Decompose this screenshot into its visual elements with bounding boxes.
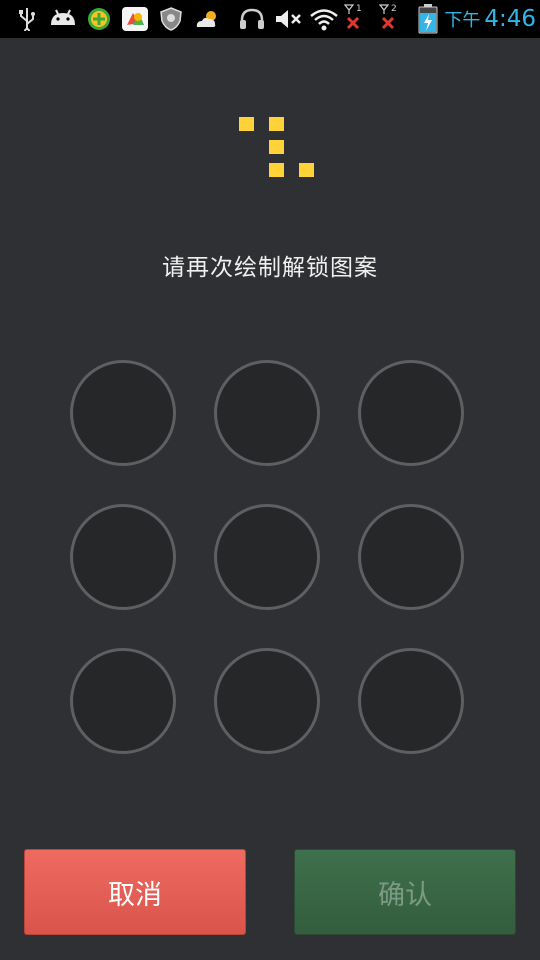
confirm-button[interactable]: 确认 bbox=[294, 849, 516, 935]
wifi-icon bbox=[310, 9, 338, 31]
pattern-preview-dot bbox=[239, 117, 254, 131]
pattern-node-5[interactable] bbox=[214, 504, 320, 610]
headphones-icon bbox=[240, 8, 264, 29]
pattern-node-2[interactable] bbox=[214, 360, 320, 466]
pattern-node-4[interactable] bbox=[70, 504, 176, 610]
cancel-button-label: 取消 bbox=[108, 879, 162, 911]
sim1-label: 1 bbox=[356, 4, 362, 14]
status-bar: 1 2 下午 4:46 bbox=[0, 0, 540, 38]
pattern-preview-dot bbox=[269, 117, 284, 131]
sim1-no-signal-icon: 1 bbox=[344, 4, 366, 34]
pattern-node-6[interactable] bbox=[358, 504, 464, 610]
pattern-node-3[interactable] bbox=[358, 360, 464, 466]
pattern-node-9[interactable] bbox=[358, 648, 464, 754]
weather-cloud-sun-icon bbox=[196, 11, 216, 27]
status-time: 4:46 bbox=[484, 6, 536, 32]
app-color-icon bbox=[122, 7, 148, 31]
cancel-button[interactable]: 取消 bbox=[24, 849, 246, 935]
android-debug-icon bbox=[51, 9, 75, 25]
status-clock: 下午 4:46 bbox=[444, 5, 536, 33]
pattern-node-8[interactable] bbox=[214, 648, 320, 754]
confirm-button-label: 确认 bbox=[378, 879, 432, 911]
pattern-preview-dot bbox=[269, 163, 284, 177]
sim2-no-signal-icon: 2 bbox=[379, 4, 401, 34]
pattern-node-7[interactable] bbox=[70, 648, 176, 754]
pattern-node-1[interactable] bbox=[70, 360, 176, 466]
app-plus-icon bbox=[88, 8, 110, 30]
sim2-label: 2 bbox=[391, 4, 397, 14]
pattern-grid[interactable] bbox=[70, 360, 470, 760]
usb-icon bbox=[19, 8, 35, 31]
battery-charging-icon bbox=[418, 4, 438, 34]
pattern-preview-dot bbox=[269, 140, 284, 154]
instruction-text: 请再次绘制解锁图案 bbox=[162, 255, 378, 281]
volume-muted-icon bbox=[276, 10, 301, 28]
pattern-preview-dot bbox=[299, 163, 314, 177]
shield-icon bbox=[160, 7, 182, 31]
status-ampm: 下午 bbox=[444, 10, 481, 31]
pattern-preview bbox=[239, 117, 317, 179]
